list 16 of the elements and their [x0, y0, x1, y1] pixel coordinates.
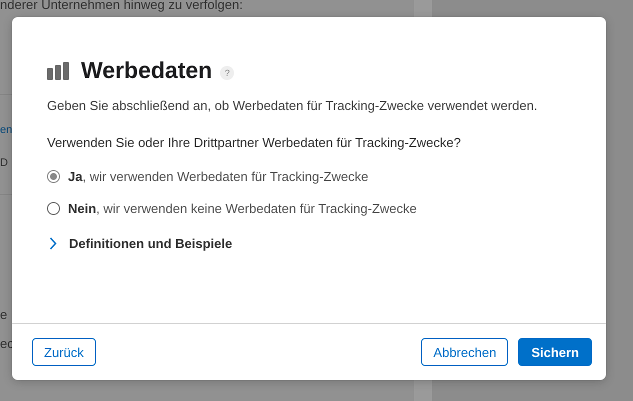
bar-chart-icon: [47, 62, 71, 80]
dialog-button[interactable]: Zurück: [32, 338, 96, 366]
disclosure-toggle[interactable]: Definitionen und Beispiele: [47, 236, 571, 251]
background-text: e: [0, 307, 8, 322]
option-label: Ja, wir verwenden Werbedaten für Tracking-Zwecke: [68, 169, 368, 184]
radio-button[interactable]: [47, 170, 60, 183]
question-text: Verwenden Sie oder Ihre Drittpartner Werbedaten für Tracking-Zwecke?: [47, 135, 462, 150]
dialog-button[interactable]: Sichern: [518, 338, 592, 366]
radio-button[interactable]: [47, 202, 60, 215]
dialog-title: Werbedaten: [81, 57, 212, 84]
help-button[interactable]: ?: [220, 66, 234, 80]
dialog-button[interactable]: Abbrechen: [421, 338, 508, 366]
option-label: Nein, wir verwenden keine Werbedaten für Tracking-Zwecke: [68, 201, 417, 216]
chevron-icon: [49, 237, 57, 250]
background-text: D: [0, 156, 9, 171]
intro-text: Geben Sie abschließend an, ob Werbedaten für Tracking-Zwecke verwendet werden.: [47, 98, 538, 113]
